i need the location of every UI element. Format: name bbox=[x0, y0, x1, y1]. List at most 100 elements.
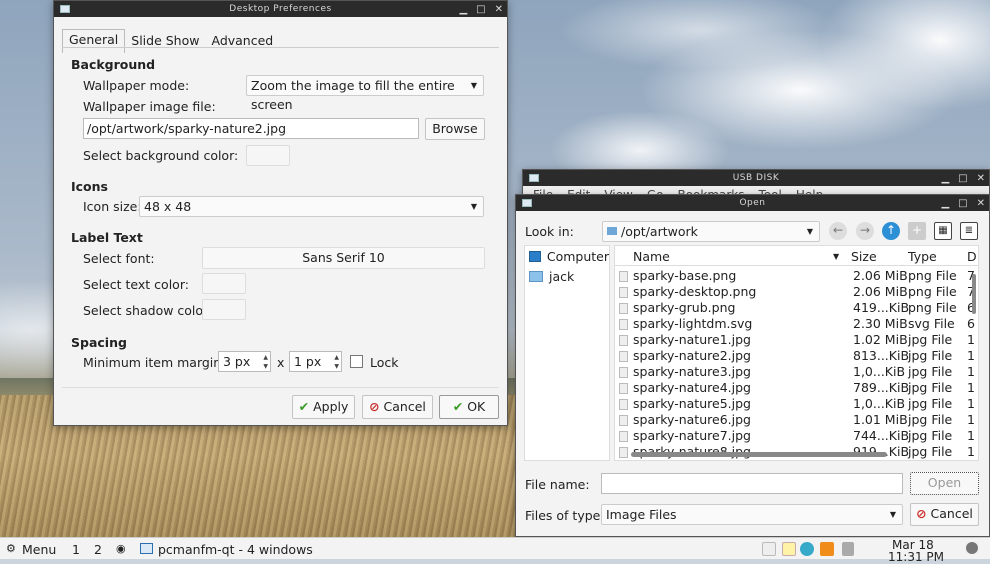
horizontal-scrollbar[interactable] bbox=[631, 452, 887, 457]
close-icon[interactable]: ✕ bbox=[977, 173, 985, 184]
forward-icon[interactable]: → bbox=[856, 222, 874, 240]
file-row[interactable]: sparky-nature1.jpg 1.02 MiB jpg File 1 bbox=[615, 332, 978, 348]
file-type: jpg File bbox=[908, 444, 953, 459]
menu-gear-icon[interactable]: ⚙ bbox=[6, 542, 16, 555]
font-button[interactable]: Sans Serif 10 bbox=[202, 247, 485, 269]
file-row[interactable]: sparky-nature7.jpg 744...KiB jpg File 1 bbox=[615, 428, 978, 444]
apply-button[interactable]: ✔ Apply bbox=[292, 395, 355, 419]
file-name-label: File name: bbox=[525, 477, 590, 492]
chat-icon[interactable] bbox=[800, 542, 814, 556]
file-type: jpg File bbox=[908, 396, 953, 411]
col-type[interactable]: Type bbox=[908, 249, 937, 264]
open-cancel-button[interactable]: ⊘ Cancel bbox=[910, 503, 979, 526]
spin-arrows-icon[interactable]: ▲ ▼ bbox=[263, 353, 268, 371]
file-date: 1 bbox=[967, 396, 975, 411]
close-icon[interactable]: ✕ bbox=[977, 198, 985, 209]
image-file-icon bbox=[619, 351, 628, 362]
minimize-icon[interactable]: ▁ bbox=[941, 198, 949, 209]
menu-button[interactable]: Menu bbox=[22, 542, 56, 557]
minimize-icon[interactable]: ▁ bbox=[941, 173, 949, 184]
col-size[interactable]: Size bbox=[851, 249, 877, 264]
file-row[interactable]: sparky-desktop.png 2.06 MiB png File 7 bbox=[615, 284, 978, 300]
file-row[interactable]: sparky-lightdm.svg 2.30 MiB svg File 6 bbox=[615, 316, 978, 332]
file-name: sparky-nature7.jpg bbox=[633, 428, 751, 443]
open-titlebar[interactable]: Open ▁ □ ✕ bbox=[516, 195, 989, 211]
icon-view-icon[interactable]: ▦ bbox=[934, 222, 952, 240]
text-color-button[interactable] bbox=[202, 273, 246, 294]
file-name-input[interactable] bbox=[601, 473, 903, 494]
file-name: sparky-nature5.jpg bbox=[633, 396, 751, 411]
files-of-type-value: Image Files bbox=[606, 507, 677, 522]
icon-size-label: Icon size: bbox=[83, 199, 142, 214]
maximize-icon[interactable]: □ bbox=[958, 198, 967, 209]
image-file-icon bbox=[619, 271, 628, 282]
cancel-icon: ⊘ bbox=[916, 506, 927, 521]
back-icon[interactable]: ← bbox=[829, 222, 847, 240]
update-icon[interactable] bbox=[820, 542, 834, 556]
ok-button[interactable]: ✔ OK bbox=[439, 395, 499, 419]
file-row[interactable]: sparky-nature3.jpg 1,0...KiB jpg File 1 bbox=[615, 364, 978, 380]
volume-icon[interactable] bbox=[842, 542, 854, 556]
pref-titlebar[interactable]: Desktop Preferences ▁ □ ✕ bbox=[54, 1, 507, 17]
detail-view-icon[interactable]: ≣ bbox=[960, 222, 978, 240]
clipboard-icon[interactable] bbox=[762, 542, 776, 556]
file-date: 1 bbox=[967, 332, 975, 347]
lock-checkbox[interactable] bbox=[350, 355, 363, 368]
file-date: 1 bbox=[967, 364, 975, 379]
spin-arrows-icon[interactable]: ▲ ▼ bbox=[334, 353, 339, 371]
usb-titlebar[interactable]: USB DISK ▁ □ ✕ bbox=[523, 170, 989, 186]
time-label[interactable]: 11:31 PM bbox=[888, 550, 944, 564]
general-pane: Background Wallpaper mode: Zoom the imag… bbox=[62, 47, 499, 387]
maximize-icon[interactable]: □ bbox=[476, 4, 485, 15]
file-size: 419...KiB bbox=[853, 300, 910, 315]
file-row[interactable]: sparky-base.png 2.06 MiB png File 7 bbox=[615, 268, 978, 284]
look-in-select[interactable]: /opt/artwork ▼ bbox=[602, 221, 820, 242]
maximize-icon[interactable]: □ bbox=[958, 173, 967, 184]
col-name[interactable]: Name bbox=[633, 249, 670, 264]
pref-title: Desktop Preferences bbox=[229, 4, 332, 14]
icon-size-select[interactable]: 48 x 48 ▼ bbox=[139, 196, 484, 217]
file-row[interactable]: sparky-grub.png 419...KiB png File 6 bbox=[615, 300, 978, 316]
margin-y-spinbox[interactable]: 1 px ▲ ▼ bbox=[289, 351, 342, 372]
file-row[interactable]: sparky-nature6.jpg 1.01 MiB jpg File 1 bbox=[615, 412, 978, 428]
minimize-icon[interactable]: ▁ bbox=[459, 4, 467, 15]
chevron-down-icon: ▼ bbox=[470, 202, 477, 211]
open-button[interactable]: Open bbox=[910, 472, 979, 495]
place-computer[interactable]: Computer bbox=[525, 246, 609, 266]
wallpaper-mode-select[interactable]: Zoom the image to fill the entire screen… bbox=[246, 75, 484, 112]
power-icon[interactable] bbox=[966, 542, 978, 554]
show-desktop-icon[interactable]: ◉ bbox=[116, 542, 126, 555]
browse-button[interactable]: Browse bbox=[425, 118, 485, 140]
col-date[interactable]: D bbox=[967, 249, 977, 264]
parent-dir-icon[interactable]: ↑ bbox=[882, 222, 900, 240]
checkmark-icon: ✔ bbox=[298, 399, 310, 414]
place-label: Computer bbox=[546, 248, 609, 264]
files-of-type-select[interactable]: Image Files ▼ bbox=[601, 504, 903, 525]
text-color-label: Select text color: bbox=[83, 277, 189, 292]
new-folder-icon[interactable]: + bbox=[908, 222, 926, 240]
place-jack[interactable]: jack bbox=[525, 266, 609, 286]
margin-x-spinbox[interactable]: 3 px ▲ ▼ bbox=[218, 351, 271, 372]
file-size: 1,0...KiB bbox=[853, 364, 906, 379]
file-row[interactable]: sparky-nature5.jpg 1,0...KiB jpg File 1 bbox=[615, 396, 978, 412]
file-row[interactable]: sparky-nature4.jpg 789...KiB jpg File 1 bbox=[615, 380, 978, 396]
shadow-color-button[interactable] bbox=[202, 299, 246, 320]
close-icon[interactable]: ✕ bbox=[495, 4, 503, 15]
file-list-header: Name ▼ Size Type D bbox=[615, 248, 978, 266]
look-in-value: /opt/artwork bbox=[621, 224, 698, 239]
icon-size-value: 48 x 48 bbox=[144, 199, 192, 214]
image-file-icon bbox=[619, 383, 628, 394]
file-list[interactable]: Name ▼ Size Type D sparky-base.png 2.06 M… bbox=[614, 245, 979, 461]
file-name: sparky-desktop.png bbox=[633, 284, 757, 299]
vertical-scrollbar[interactable] bbox=[972, 274, 976, 314]
desktop-2-button[interactable]: 2 bbox=[94, 542, 102, 557]
wallpaper-file-input[interactable]: /opt/artwork/sparky-nature2.jpg bbox=[83, 118, 419, 139]
cancel-button[interactable]: ⊘ Cancel bbox=[362, 395, 433, 419]
bg-color-button[interactable] bbox=[246, 145, 290, 166]
file-type: jpg File bbox=[908, 332, 953, 347]
spacing-heading: Spacing bbox=[71, 335, 127, 350]
file-row[interactable]: sparky-nature2.jpg 813...KiB jpg File 1 bbox=[615, 348, 978, 364]
desktop-1-button[interactable]: 1 bbox=[72, 542, 80, 557]
task-button[interactable]: pcmanfm-qt - 4 windows bbox=[158, 542, 313, 557]
notes-icon[interactable] bbox=[782, 542, 796, 556]
